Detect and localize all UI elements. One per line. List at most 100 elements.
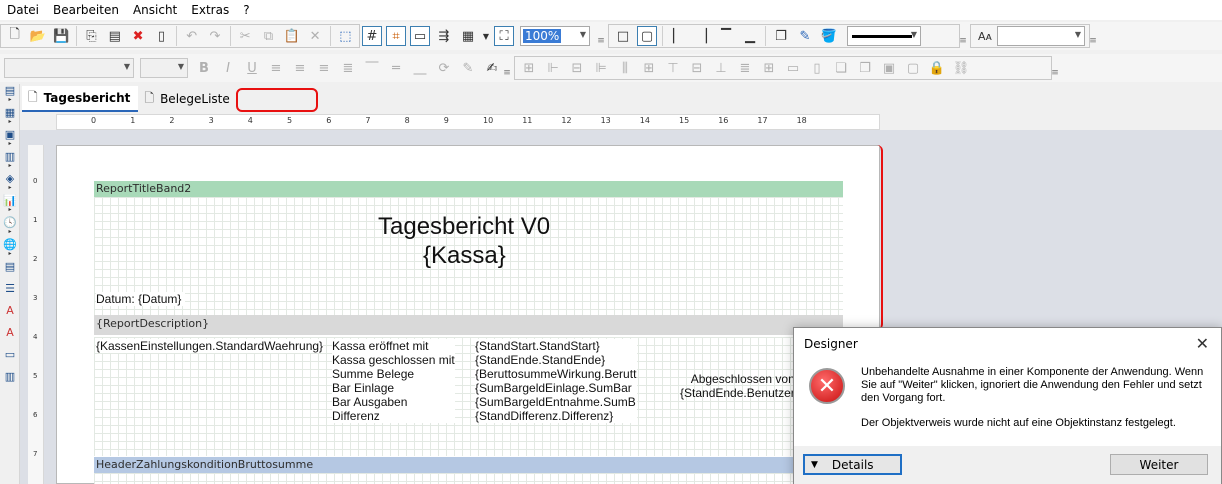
align-centers-icon[interactable]: ⊟: [567, 58, 587, 78]
label-tool[interactable]: A: [0, 304, 20, 326]
link-icon[interactable]: ⛓: [951, 58, 971, 78]
valign-bottom-icon[interactable]: ⎽: [410, 58, 430, 78]
list-tool[interactable]: ☰: [0, 282, 20, 304]
align-tops-icon[interactable]: ⊤: [663, 58, 683, 78]
menu-bearbeiten[interactable]: Bearbeiten: [46, 0, 126, 20]
line-style-select[interactable]: ▼: [847, 26, 921, 46]
clock-tool[interactable]: 🕓 ▸: [0, 216, 20, 238]
highlight-icon[interactable]: ✎: [458, 58, 478, 78]
report-title-line2[interactable]: {Kassa}: [423, 242, 506, 270]
subreport-tool[interactable]: ▣ ▸: [0, 128, 20, 150]
align-bottoms-icon[interactable]: ⊥: [711, 58, 731, 78]
copy-icon[interactable]: ⧉: [259, 26, 278, 46]
toolbar-grip-icon[interactable]: ≡: [959, 26, 967, 46]
align-left-icon[interactable]: ≡: [266, 58, 286, 78]
richtext-tool[interactable]: A: [0, 326, 20, 348]
group-icon[interactable]: ▣: [879, 58, 899, 78]
frame-bottom-icon[interactable]: ▁: [740, 26, 760, 46]
page-setup-icon[interactable]: ▯: [152, 26, 171, 46]
new-icon[interactable]: 🗋: [5, 26, 24, 46]
details-button[interactable]: ▼ Details: [803, 454, 902, 475]
table-tool[interactable]: ▥ ▸: [0, 150, 20, 172]
close-icon[interactable]: ✕: [1196, 334, 1209, 353]
fill-color-icon[interactable]: 🪣: [819, 26, 839, 46]
zoom-select[interactable]: 100% ▼: [520, 26, 590, 46]
band-report-title[interactable]: ReportTitleBand2: [94, 181, 843, 197]
summary-labels[interactable]: Kassa eröffnet mit Kassa geschlossen mit…: [332, 339, 455, 423]
lock-icon[interactable]: 🔒: [927, 58, 947, 78]
bring-front-icon[interactable]: ❏: [831, 58, 851, 78]
grid-icon[interactable]: #: [362, 26, 382, 46]
memo-tool[interactable]: ▤: [0, 260, 20, 282]
center-horz-icon[interactable]: ⊞: [639, 58, 659, 78]
send-back-icon[interactable]: ❐: [855, 58, 875, 78]
save-icon[interactable]: 💾: [52, 26, 71, 46]
delete-page-icon[interactable]: ✖: [128, 26, 147, 46]
ungroup-icon[interactable]: ▢: [903, 58, 923, 78]
tab-tagesbericht[interactable]: 🗋 Tagesbericht: [22, 86, 139, 112]
space-horz-icon[interactable]: ⫼: [615, 58, 635, 78]
window-tool[interactable]: ▭: [0, 348, 20, 370]
zoom-icon[interactable]: ⛶: [494, 26, 514, 46]
same-height-icon[interactable]: ▯: [807, 58, 827, 78]
font-style-icon[interactable]: Aᴀ: [975, 26, 995, 46]
menu-datei[interactable]: Datei: [0, 0, 46, 20]
new-page-icon[interactable]: ▤: [105, 26, 124, 46]
frame-top-icon[interactable]: ▔: [716, 26, 736, 46]
frame-right-icon[interactable]: ▕: [692, 26, 712, 46]
toolbar-grip-icon[interactable]: ≡: [503, 58, 511, 78]
rotate-icon[interactable]: ⟳: [434, 58, 454, 78]
valign-middle-icon[interactable]: ═: [386, 58, 406, 78]
objects-icon[interactable]: ▦: [458, 26, 478, 46]
band-object-tool[interactable]: ▦ ▸: [0, 106, 20, 128]
valign-top-icon[interactable]: ⎺: [362, 58, 382, 78]
frame-all-icon[interactable]: □: [613, 26, 633, 46]
shadow-icon[interactable]: ❐: [771, 26, 791, 46]
summary-values[interactable]: {StandStart.StandStart} {StandEnde.Stand…: [475, 339, 637, 423]
align-grid-icon[interactable]: ⌗: [386, 26, 406, 46]
toolbar-grip-icon[interactable]: ≡: [1051, 58, 1059, 78]
page-icon[interactable]: ▭: [410, 26, 430, 46]
toolbar-grip-icon[interactable]: ≡: [1089, 26, 1097, 46]
align-center-icon[interactable]: ≡: [290, 58, 310, 78]
copy-page-icon[interactable]: ⎘: [82, 26, 101, 46]
band-icon[interactable]: ⇶: [434, 26, 454, 46]
same-width-icon[interactable]: ▭: [783, 58, 803, 78]
tab-belegeliste[interactable]: 🗋 BelegeListe: [138, 86, 237, 112]
frame-left-icon[interactable]: ▏: [668, 26, 688, 46]
datum-field[interactable]: Datum: {Datum}: [96, 292, 186, 306]
continue-button[interactable]: Weiter: [1110, 454, 1208, 475]
undo-icon[interactable]: ↶: [182, 26, 201, 46]
font-name-select[interactable]: ▼: [4, 58, 134, 78]
space-vert-icon[interactable]: ≣: [735, 58, 755, 78]
band-report-description[interactable]: {ReportDescription}: [94, 315, 843, 335]
align-grid-snap-icon[interactable]: ⊞: [519, 58, 539, 78]
globe-tool[interactable]: 🌐 ▸: [0, 238, 20, 260]
open-icon[interactable]: 📂: [28, 26, 47, 46]
toolbar-grip-icon[interactable]: ≡: [597, 26, 605, 46]
menu-extras[interactable]: Extras: [184, 0, 236, 20]
format-icon[interactable]: ✍: [482, 58, 502, 78]
align-rights-icon[interactable]: ⊫: [591, 58, 611, 78]
abgeschlossen-field[interactable]: Abgeschlossen von {StandEnde.Benutzer: [680, 372, 795, 400]
font-size-select[interactable]: ▼: [140, 58, 188, 78]
italic-icon[interactable]: I: [218, 58, 238, 78]
line-color-icon[interactable]: ✎: [795, 26, 815, 46]
chart-tool[interactable]: 📊 ▸: [0, 194, 20, 216]
cut-icon[interactable]: ✂: [236, 26, 255, 46]
header-band-area[interactable]: [94, 473, 843, 484]
shape-tool[interactable]: ◈ ▸: [0, 172, 20, 194]
paste-icon[interactable]: 📋: [282, 26, 301, 46]
select-icon[interactable]: ⬚: [336, 26, 355, 46]
report-title-line1[interactable]: Tagesbericht V0: [378, 213, 550, 241]
align-justify-icon[interactable]: ≣: [338, 58, 358, 78]
menu-ansicht[interactable]: Ansicht: [126, 0, 184, 20]
center-vert-icon[interactable]: ⊞: [759, 58, 779, 78]
underline-icon[interactable]: U: [242, 58, 262, 78]
frame-none-icon[interactable]: ▢: [637, 26, 657, 46]
align-lefts-icon[interactable]: ⊩: [543, 58, 563, 78]
currency-field[interactable]: {KassenEinstellungen.StandardWaehrung}: [96, 339, 324, 353]
delete-icon[interactable]: ✕: [305, 26, 324, 46]
bold-icon[interactable]: B: [194, 58, 214, 78]
align-right-icon[interactable]: ≡: [314, 58, 334, 78]
